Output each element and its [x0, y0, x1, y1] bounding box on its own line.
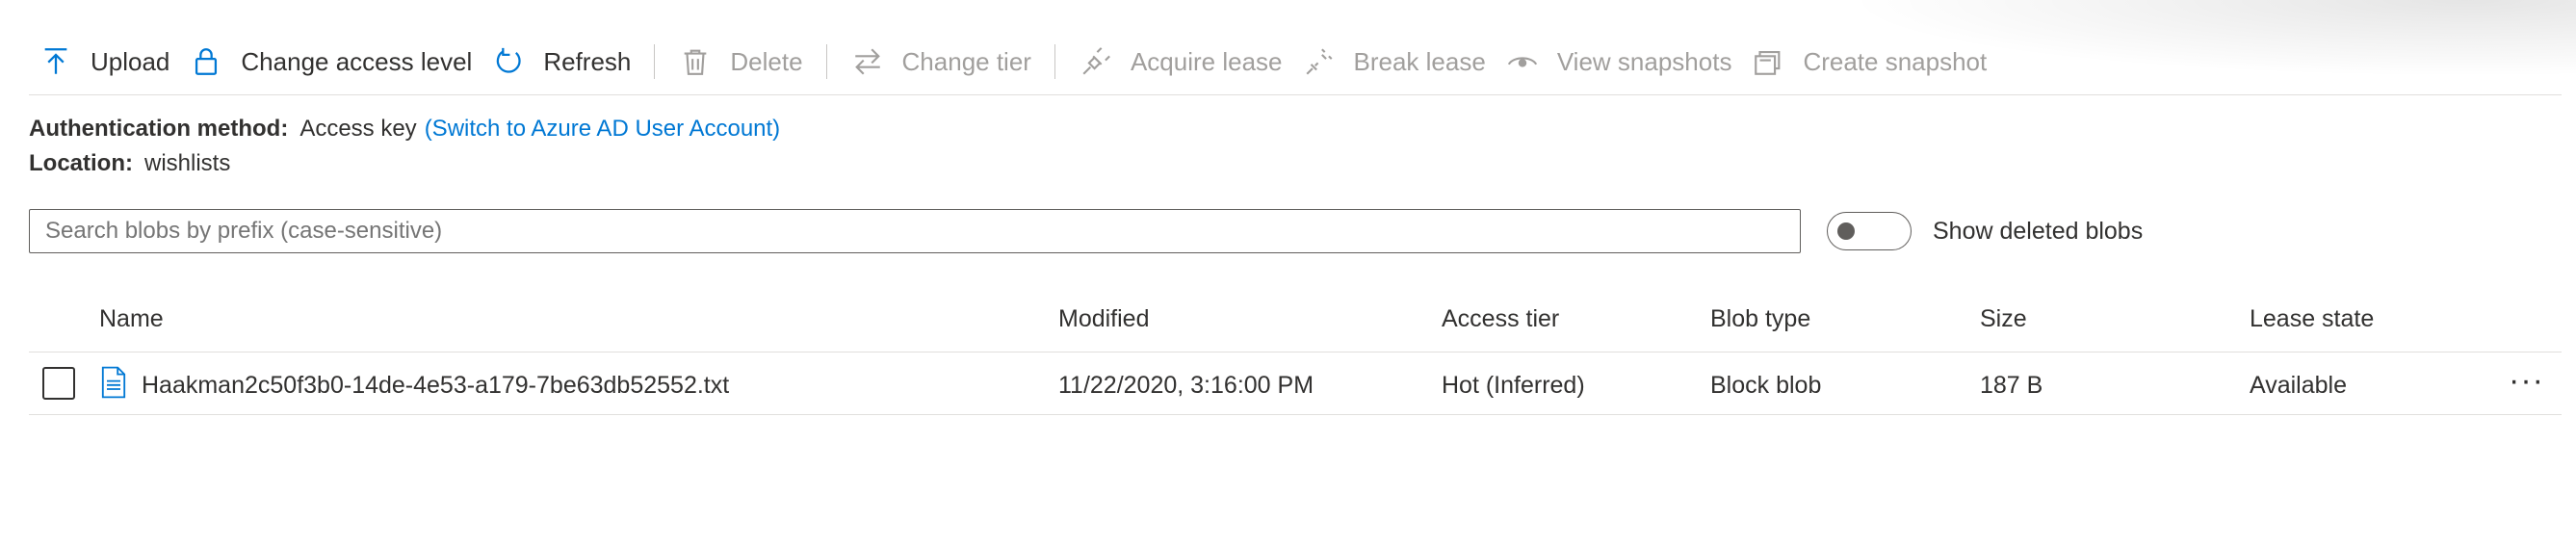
location-label: Location: [29, 150, 133, 176]
break-lease-button[interactable]: Break lease [1292, 33, 1496, 91]
command-bar: Upload Change access level Refresh Delet… [29, 29, 2562, 95]
change-tier-label: Change tier [901, 46, 1031, 76]
trash-icon [678, 44, 713, 79]
column-header-blob-type[interactable]: Blob type [1710, 305, 1810, 333]
delete-label: Delete [730, 46, 803, 76]
column-header-modified[interactable]: Modified [1058, 305, 1150, 333]
delete-button[interactable]: Delete [668, 33, 812, 91]
refresh-label: Refresh [543, 46, 632, 76]
acquire-lease-button[interactable]: Acquire lease [1069, 33, 1292, 91]
column-header-lease-state[interactable]: Lease state [2250, 305, 2374, 333]
column-header-size[interactable]: Size [1980, 305, 2027, 333]
create-snapshot-label: Create snapshot [1803, 46, 1988, 76]
toolbar-divider [654, 44, 656, 79]
upload-icon [39, 44, 73, 79]
search-input[interactable] [29, 209, 1801, 253]
blob-name-link[interactable]: Haakman2c50f3b0-14de-4e53-a179-7be63db52… [142, 372, 729, 400]
toggle-knob [1837, 222, 1855, 240]
auth-method-value: Access key [299, 116, 417, 142]
column-header-access-tier[interactable]: Access tier [1442, 305, 1559, 333]
row-checkbox[interactable] [42, 367, 75, 400]
eye-icon [1505, 44, 1540, 79]
show-deleted-label: Show deleted blobs [1933, 218, 2144, 245]
broken-plug-icon [1302, 44, 1337, 79]
upload-button[interactable]: Upload [29, 33, 179, 91]
change-tier-button[interactable]: Change tier [841, 33, 1041, 91]
show-deleted-toggle[interactable] [1827, 212, 1912, 250]
view-snapshots-button[interactable]: View snapshots [1496, 33, 1742, 91]
blob-size: 187 B [1980, 372, 2043, 399]
table-header: Name Modified Access tier Blob type Size… [29, 294, 2562, 352]
column-header-name[interactable]: Name [99, 305, 164, 333]
snapshot-stack-icon [1751, 44, 1785, 79]
table-row[interactable]: Haakman2c50f3b0-14de-4e53-a179-7be63db52… [29, 352, 2562, 415]
auth-method-label: Authentication method: [29, 116, 289, 142]
swap-arrows-icon [850, 44, 885, 79]
blob-type: Block blob [1710, 372, 1822, 399]
file-icon [101, 366, 126, 399]
break-lease-label: Break lease [1353, 46, 1486, 76]
refresh-icon [491, 44, 526, 79]
blob-access-tier: Hot (Inferred) [1442, 372, 1585, 399]
lock-icon [189, 44, 223, 79]
switch-auth-link[interactable]: (Switch to Azure AD User Account) [425, 116, 780, 142]
location-line: Location: wishlists [29, 150, 230, 177]
acquire-lease-label: Acquire lease [1130, 46, 1283, 76]
view-snapshots-label: View snapshots [1556, 46, 1732, 76]
toolbar-divider [825, 44, 827, 79]
toolbar-divider [1054, 44, 1055, 79]
change-access-level-button[interactable]: Change access level [179, 33, 481, 91]
more-options-icon[interactable]: ··· [2509, 362, 2544, 400]
create-snapshot-button[interactable]: Create snapshot [1741, 33, 1996, 91]
blob-modified: 11/22/2020, 3:16:00 PM [1058, 372, 1314, 399]
refresh-button[interactable]: Refresh [481, 33, 640, 91]
plug-icon [1079, 44, 1113, 79]
upload-label: Upload [91, 46, 170, 76]
change-access-level-label: Change access level [241, 46, 473, 76]
blob-lease-state: Available [2250, 372, 2348, 399]
auth-method-line: Authentication method: Access key (Switch … [29, 116, 780, 143]
location-value: wishlists [144, 150, 231, 176]
